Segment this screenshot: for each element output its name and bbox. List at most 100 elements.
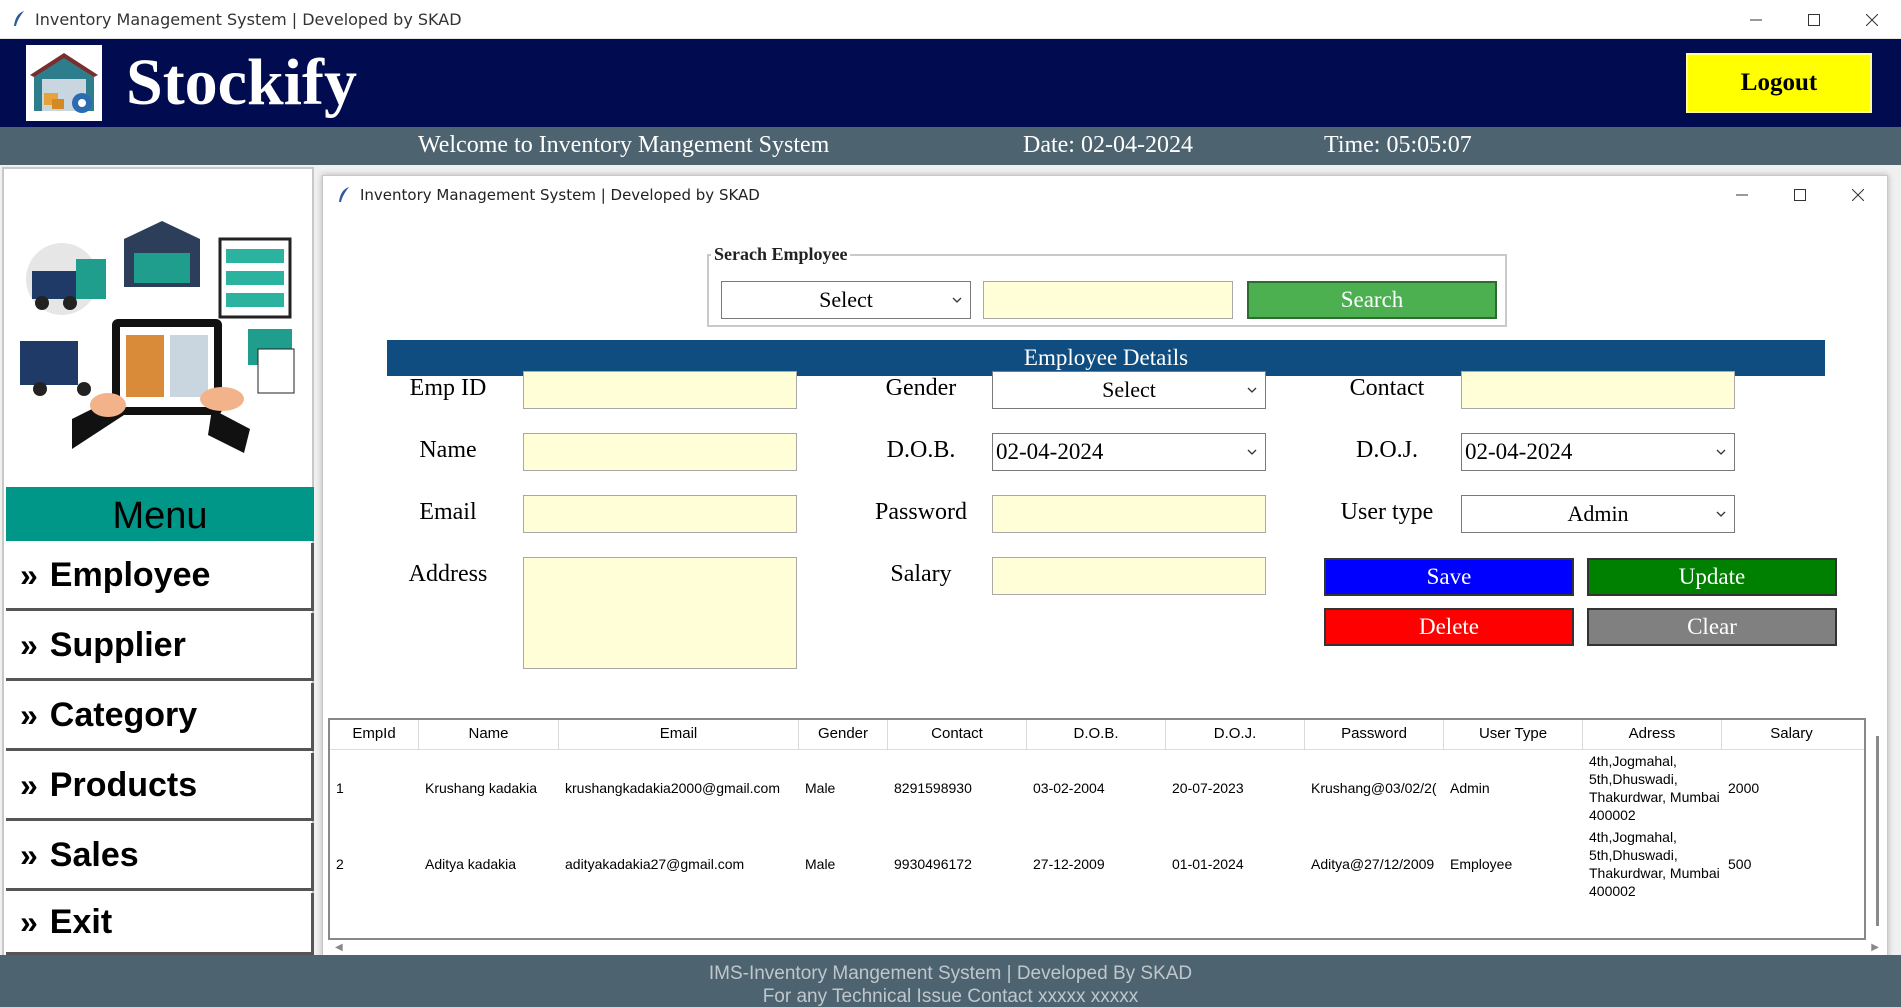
close-icon — [1852, 189, 1864, 201]
column-header[interactable]: D.O.B. — [1027, 720, 1166, 750]
cell-empid: 2 — [336, 856, 344, 872]
menu-item-sales[interactable]: » Sales — [6, 823, 314, 891]
update-button[interactable]: Update — [1587, 558, 1837, 596]
column-header[interactable]: Gender — [799, 720, 888, 750]
inventory-illustration-icon — [20, 221, 295, 453]
table-row[interactable]: 1 Krushang kadakia krushangkadakia2000@g… — [330, 750, 1864, 826]
app-header: Stockify Logout — [0, 39, 1901, 127]
search-button[interactable]: Search — [1247, 281, 1497, 319]
menu-item-products[interactable]: » Products — [6, 753, 314, 821]
minimize-icon — [1736, 194, 1748, 196]
welcome-bar: Welcome to Inventory Mangement System Da… — [0, 127, 1901, 165]
gender-value: Select — [1102, 377, 1156, 402]
minimize-button[interactable] — [1727, 0, 1785, 39]
gender-select[interactable]: Select — [992, 371, 1266, 409]
save-button[interactable]: Save — [1324, 558, 1574, 596]
cell-gender: Male — [805, 856, 836, 872]
inner-minimize-button[interactable] — [1713, 176, 1771, 214]
dob-value: 02-04-2024 — [996, 439, 1104, 464]
table-row[interactable]: 2 Aditya kadakia adityakadakia27@gmail.c… — [330, 826, 1864, 902]
salary-input[interactable] — [992, 557, 1266, 595]
search-employee-legend: Serach Employee — [711, 244, 851, 265]
window-title: Inventory Management System | Developed … — [35, 9, 462, 29]
maximize-button[interactable] — [1785, 0, 1843, 39]
scroll-left-icon[interactable]: ◀ — [335, 942, 343, 953]
double-chevron-right-icon: » — [20, 627, 38, 663]
name-input[interactable] — [523, 433, 797, 471]
double-chevron-right-icon: » — [20, 697, 38, 733]
address-textarea[interactable] — [523, 557, 797, 669]
emp-id-label: Emp ID — [409, 375, 487, 401]
scroll-right-icon[interactable]: ▶ — [1871, 942, 1879, 953]
cell-doj: 20-07-2023 — [1172, 780, 1244, 796]
cell-name: Aditya kadakia — [425, 856, 517, 872]
close-icon — [1866, 13, 1878, 26]
left-menu-panel: Menu » Employee » Supplier » Category » Prod… — [2, 167, 314, 957]
column-header[interactable]: User Type — [1444, 720, 1583, 750]
chevron-down-icon — [1716, 449, 1726, 455]
cell-dob: 03-02-2004 — [1033, 780, 1105, 796]
welcome-text: Welcome to Inventory Mangement System — [418, 132, 830, 158]
menu-title: Menu — [6, 487, 314, 541]
column-header[interactable]: D.O.J. — [1166, 720, 1305, 750]
search-input[interactable] — [983, 281, 1233, 319]
cell-password: Krushang@03/02/2( — [1311, 780, 1437, 796]
logout-button[interactable]: Logout — [1686, 53, 1872, 113]
maximize-icon — [1808, 13, 1820, 26]
cell-salary: 500 — [1728, 856, 1752, 872]
menu-item-category[interactable]: » Category — [6, 683, 314, 751]
table-header: EmpId Name Email Gender Contact D.O.B. D… — [330, 720, 1864, 750]
clear-button[interactable]: Clear — [1587, 608, 1837, 646]
email-input[interactable] — [523, 495, 797, 533]
double-chevron-right-icon: » — [20, 904, 38, 940]
menu-item-employee[interactable]: » Employee — [6, 543, 314, 611]
user-type-value: Admin — [1567, 501, 1629, 526]
menu-item-label: Products — [49, 766, 198, 804]
doj-value: 02-04-2024 — [1465, 439, 1573, 464]
cell-doj: 01-01-2024 — [1172, 856, 1244, 872]
cell-gender: Male — [805, 780, 836, 796]
close-button[interactable] — [1843, 0, 1901, 39]
chevron-down-icon — [1247, 449, 1257, 455]
column-header[interactable]: EmpId — [330, 720, 419, 750]
chevron-down-icon — [952, 297, 962, 303]
search-by-value: Select — [819, 287, 873, 312]
contact-input[interactable] — [1461, 371, 1735, 409]
cell-contact: 9930496172 — [894, 856, 972, 872]
doj-datepicker[interactable]: 02-04-2024 — [1461, 433, 1735, 471]
double-chevron-right-icon: » — [20, 767, 38, 803]
column-header[interactable]: Name — [419, 720, 559, 750]
column-header[interactable]: Password — [1305, 720, 1444, 750]
dob-datepicker[interactable]: 02-04-2024 — [992, 433, 1266, 471]
password-input[interactable] — [992, 495, 1266, 533]
cell-email: adityakadakia27@gmail.com — [565, 856, 745, 872]
column-header[interactable]: Contact — [888, 720, 1027, 750]
cell-user-type: Employee — [1450, 856, 1513, 872]
column-header[interactable]: Adress — [1583, 720, 1722, 750]
menu-item-label: Employee — [49, 556, 211, 594]
menu-item-label: Supplier — [49, 626, 186, 664]
column-header[interactable]: Salary — [1722, 720, 1861, 750]
delete-button[interactable]: Delete — [1324, 608, 1574, 646]
search-by-select[interactable]: Select — [721, 281, 971, 319]
inner-window-titlebar: Inventory Management System | Developed … — [323, 176, 1887, 214]
column-header[interactable]: Email — [559, 720, 799, 750]
emp-id-input[interactable] — [523, 371, 797, 409]
menu-item-exit[interactable]: » Exit — [6, 893, 314, 955]
double-chevron-right-icon: » — [20, 837, 38, 873]
minimize-icon — [1750, 19, 1762, 20]
cell-address: 4th,Jogmahal, 5th,Dhuswadi, Thakurdwar, … — [1589, 753, 1720, 823]
dob-label: D.O.B. — [886, 437, 956, 463]
table-vertical-scrollbar[interactable] — [1876, 736, 1879, 926]
cell-address: 4th,Jogmahal, 5th,Dhuswadi, Thakurdwar, … — [1589, 829, 1720, 899]
double-chevron-right-icon: » — [20, 557, 38, 593]
cell-name: Krushang kadakia — [425, 780, 538, 796]
time-text: Time: 05:05:07 — [1324, 132, 1472, 158]
chevron-down-icon — [1247, 387, 1257, 393]
inner-close-button[interactable] — [1829, 176, 1887, 214]
menu-item-supplier[interactable]: » Supplier — [6, 613, 314, 681]
user-type-select[interactable]: Admin — [1461, 495, 1735, 533]
employee-table[interactable]: EmpId Name Email Gender Contact D.O.B. D… — [328, 718, 1866, 940]
doj-label: D.O.J. — [1355, 437, 1418, 463]
inner-maximize-button[interactable] — [1771, 176, 1829, 214]
